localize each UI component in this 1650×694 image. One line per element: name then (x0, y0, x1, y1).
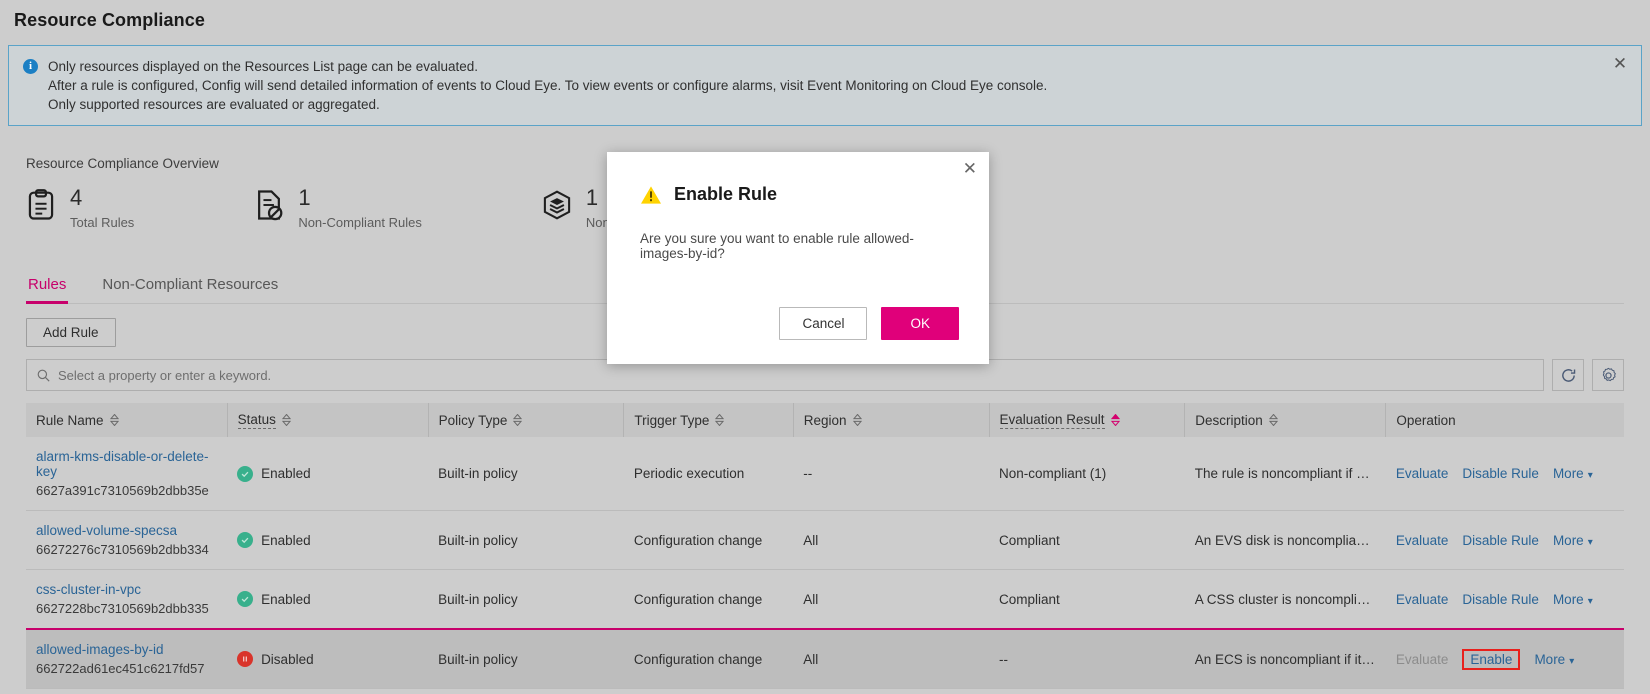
warning-triangle-icon (641, 185, 661, 204)
dialog-title: Enable Rule (674, 184, 778, 204)
page-root: Resource Compliance i Only resources dis… (0, 0, 1650, 694)
dialog-message: Are you sure you want to enable rule all… (640, 231, 914, 261)
cancel-button[interactable]: Cancel (779, 307, 868, 340)
ok-button[interactable]: OK (881, 307, 959, 340)
dialog-close-icon[interactable]: ✕ (963, 160, 977, 177)
enable-rule-dialog: ✕ Enable Rule Are you sure you want to e… (607, 152, 989, 364)
